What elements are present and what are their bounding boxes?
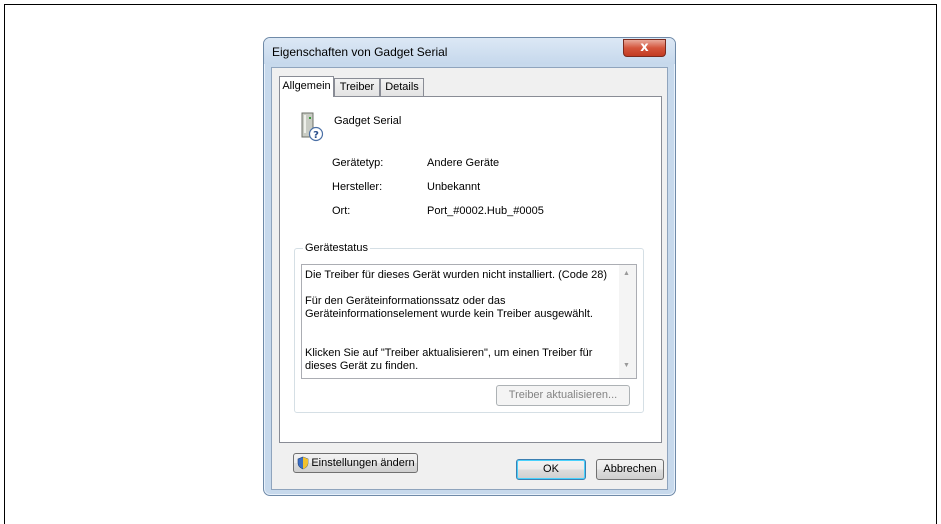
manufacturer-label: Hersteller: [332,181,383,193]
tab-panel-allgemein: ? Gadget Serial Gerätetyp: Andere Geräte… [279,96,662,443]
update-driver-button[interactable]: Treiber aktualisieren... [496,385,630,406]
status-line: Klicken Sie auf "Treiber aktualisieren",… [305,347,593,372]
device-type-value: Andere Geräte [427,157,500,169]
device-name: Gadget Serial [334,115,402,127]
device-status-textbox[interactable]: Die Treiber für dieses Gerät wurden nich… [301,264,637,379]
change-settings-button[interactable]: Einstellungen ändern [293,453,418,473]
uac-shield-icon [298,456,309,470]
unknown-device-icon: ? [301,112,324,142]
scroll-down-icon[interactable]: ▼ [623,362,630,369]
device-status-text: Die Treiber für dieses Gerät wurden nich… [305,269,617,386]
device-status-group: Gerätestatus Die Treiber für dieses Gerä… [294,242,644,413]
tab-allgemein[interactable]: Allgemein [279,76,334,97]
tab-treiber[interactable]: Treiber [334,78,380,96]
status-scrollbar[interactable]: ▲ ▼ [619,265,636,378]
cancel-label: Abbrechen [603,463,657,475]
status-line: Für den Geräteinformationssatz oder das … [305,295,593,320]
location-value: Port_#0002.Hub_#0005 [427,205,544,217]
svg-text:?: ? [313,130,319,141]
tab-label: Details [385,81,419,93]
change-settings-label: Einstellungen ändern [311,457,415,469]
ok-label: OK [543,463,559,475]
location-label: Ort: [332,205,351,217]
tab-label: Treiber [339,81,375,93]
properties-dialog: Eigenschaften von Gadget Serial x Allgem… [263,37,676,496]
ok-button[interactable]: OK [516,459,586,480]
window-title: Eigenschaften von Gadget Serial [272,45,448,59]
tab-details[interactable]: Details [380,78,424,96]
scroll-up-icon[interactable]: ▲ [623,270,630,277]
tab-label: Allgemein [282,80,331,92]
close-icon: x [640,40,649,55]
manufacturer-value: Unbekannt [427,181,481,193]
title-bar[interactable]: Eigenschaften von Gadget Serial x [264,38,675,64]
dialog-client: Allgemein Treiber Details ? Gadget Seria… [271,67,668,490]
device-type-label: Gerätetyp: [332,157,384,169]
close-button[interactable]: x [623,39,666,57]
cancel-button[interactable]: Abbrechen [596,459,664,480]
status-line: Die Treiber für dieses Gerät wurden nich… [305,269,608,281]
device-status-label: Gerätestatus [303,242,370,254]
update-driver-label: Treiber aktualisieren... [508,389,618,401]
